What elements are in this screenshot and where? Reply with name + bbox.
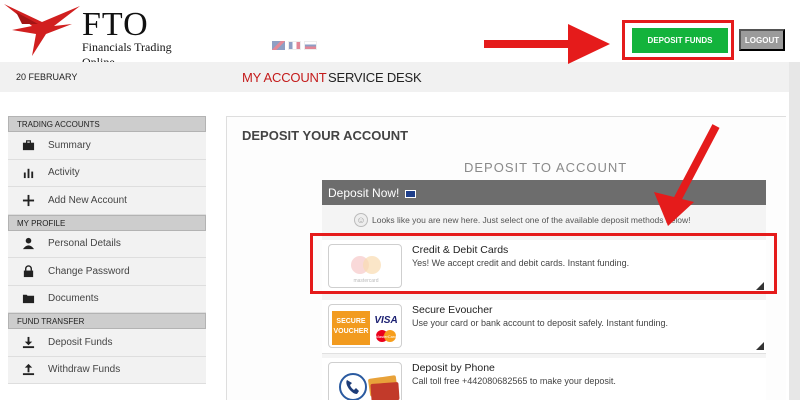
- plus-icon: [8, 194, 48, 207]
- scrollbar[interactable]: [789, 62, 800, 400]
- method-description: Use your card or bank account to deposit…: [412, 318, 668, 328]
- fr-flag-icon[interactable]: [288, 41, 301, 50]
- download-icon: [8, 336, 48, 349]
- method-name: Deposit by Phone: [412, 362, 495, 374]
- smiley-icon: ☺: [354, 213, 368, 227]
- method-name: Secure Evoucher: [412, 304, 493, 316]
- method-description: Call toll free +442080682565 to make you…: [412, 376, 616, 386]
- bar-chart-icon: [8, 166, 48, 179]
- sidebar-item-label: Personal Details: [48, 238, 121, 250]
- deposit-intro: ☺ Looks like you are new here. Just sele…: [354, 213, 690, 227]
- sidebar-item-add-new-account[interactable]: Add New Account: [8, 187, 206, 215]
- sidebar-item-label: Withdraw Funds: [48, 364, 121, 376]
- phone-card-logo: [328, 362, 402, 400]
- page: FTO Financials Trading Online DEPOSIT FU…: [0, 0, 800, 400]
- voucher-text: VOUCHER: [333, 328, 368, 335]
- sidebar-item-activity[interactable]: Activity: [8, 159, 206, 187]
- sidebar-item-label: Deposit Funds: [48, 336, 113, 348]
- arrow-to-card-method-icon: [654, 124, 720, 226]
- brand-name: FTO: [82, 6, 149, 43]
- current-date: 20 FEBRUARY: [16, 72, 78, 82]
- folder-icon: [8, 292, 48, 305]
- upload-icon: [8, 363, 48, 376]
- ru-flag-icon[interactable]: [304, 41, 317, 50]
- sidebar-item-personal-details[interactable]: Personal Details: [8, 230, 206, 258]
- sidebar-item-label: Documents: [48, 293, 99, 305]
- sidebar-item-documents[interactable]: Documents: [8, 285, 206, 313]
- brand-logo[interactable]: FTO Financials Trading Online: [2, 0, 202, 69]
- deposit-intro-text: Looks like you are new here. Just select…: [372, 215, 691, 225]
- user-icon: [8, 237, 48, 250]
- mastercard-small-text: MasterCard: [376, 334, 397, 339]
- sidebar-item-label: Add New Account: [48, 194, 127, 206]
- logout-button[interactable]: LOGOUT: [739, 29, 785, 51]
- secure-voucher-visa-logo: SECURE VOUCHER VISA MasterCard: [328, 304, 402, 348]
- section-subtitle: DEPOSIT TO ACCOUNT: [464, 160, 628, 175]
- tab-service-desk[interactable]: SERVICE DESK: [328, 70, 422, 85]
- sidebar-item-label: Summary: [48, 139, 91, 151]
- tab-my-account[interactable]: MY ACCOUNT: [242, 70, 327, 85]
- sidebar-item-change-password[interactable]: Change Password: [8, 258, 206, 286]
- sidebar-item-deposit-funds[interactable]: Deposit Funds: [8, 329, 206, 357]
- arrow-to-deposit-button-icon: [484, 24, 610, 64]
- sidebar-item-label: Activity: [48, 167, 80, 179]
- lock-icon: [8, 265, 48, 278]
- bird-logo-icon: [4, 4, 80, 56]
- visa-text: VISA: [374, 315, 397, 326]
- sidebar-section-fund-transfer: FUND TRANSFER: [8, 313, 206, 329]
- deposit-panel-title: Deposit Now!: [328, 186, 400, 200]
- deposit-funds-button[interactable]: DEPOSIT FUNDS: [632, 28, 728, 53]
- sidebar-section-my-profile: MY PROFILE: [8, 214, 206, 231]
- sidebar-item-label: Change Password: [48, 265, 130, 277]
- flag-icon: [404, 189, 416, 198]
- briefcase-icon: [8, 139, 48, 152]
- corner-triangle-icon: [756, 342, 764, 350]
- sidebar-item-withdraw-funds[interactable]: Withdraw Funds: [8, 356, 206, 384]
- language-switcher: [272, 41, 317, 50]
- card-method-highlight: [310, 233, 777, 294]
- page-title: DEPOSIT YOUR ACCOUNT: [242, 128, 409, 143]
- uk-flag-icon[interactable]: [272, 41, 285, 50]
- sidebar: TRADING ACCOUNTS Summary Activity Add Ne…: [8, 116, 206, 384]
- secure-text: SECURE: [336, 318, 366, 325]
- deposit-method-phone[interactable]: Deposit by Phone Call toll free +4420806…: [322, 358, 766, 400]
- sidebar-item-summary[interactable]: Summary: [8, 132, 206, 160]
- sidebar-section-trading-accounts: TRADING ACCOUNTS: [8, 116, 206, 132]
- deposit-method-evoucher[interactable]: SECURE VOUCHER VISA MasterCard Secure Ev…: [322, 300, 766, 354]
